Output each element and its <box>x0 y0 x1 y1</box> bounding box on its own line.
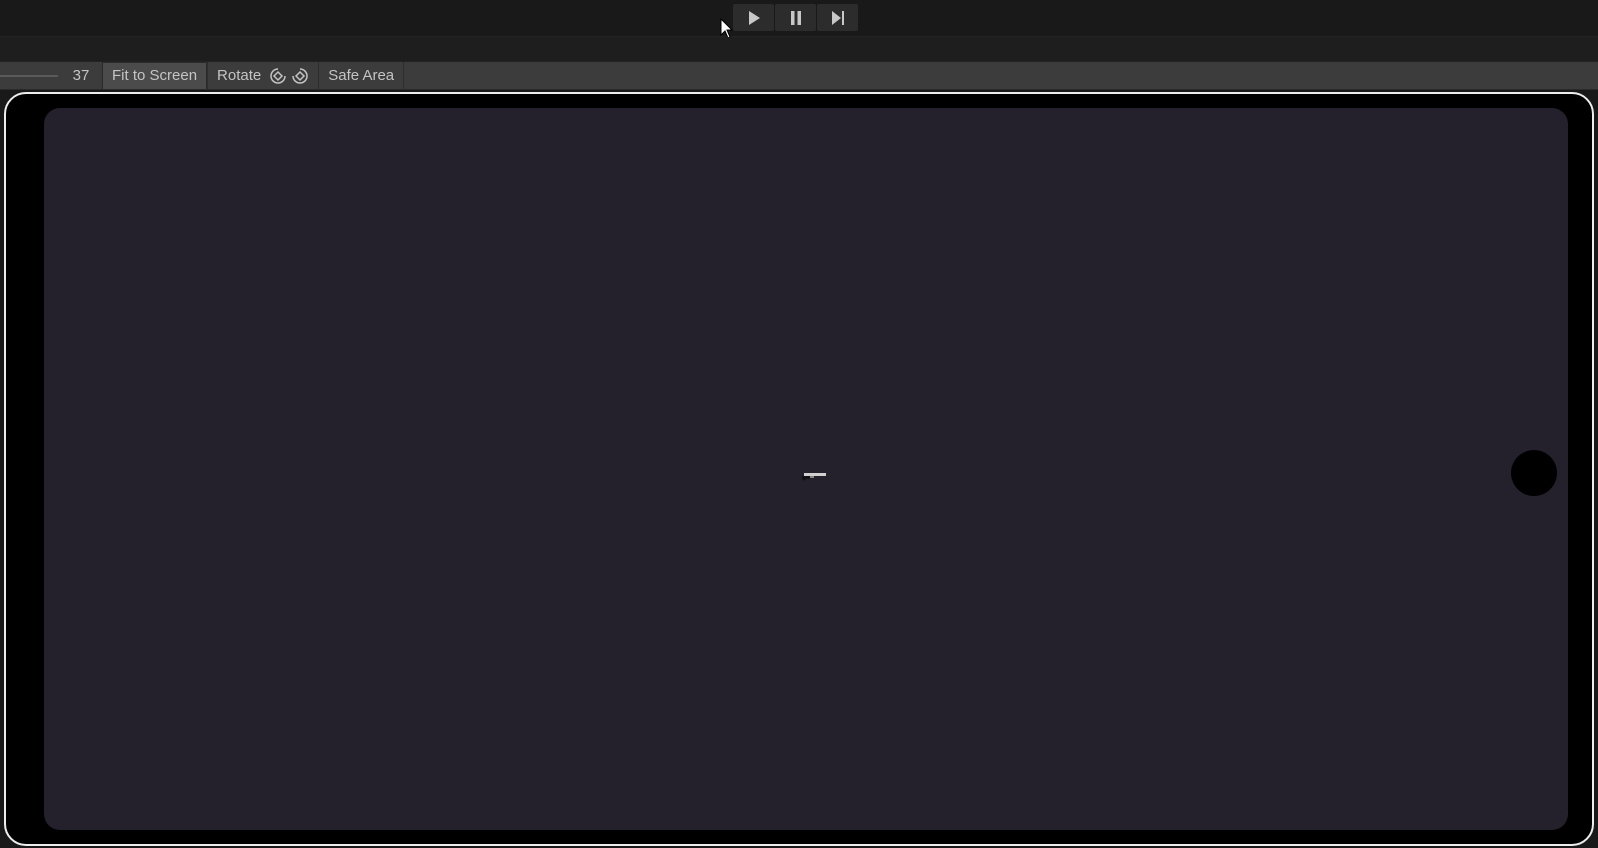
play-icon <box>748 10 760 25</box>
pause-icon <box>790 10 801 25</box>
game-screen[interactable] <box>44 108 1568 830</box>
pause-button[interactable] <box>775 4 816 31</box>
rotate-right-icon <box>292 67 308 84</box>
safe-area-button[interactable]: Safe Area <box>318 61 405 90</box>
step-button[interactable] <box>817 4 858 31</box>
rotate-right-button[interactable] <box>291 67 309 85</box>
rotate-label: Rotate <box>217 67 262 84</box>
fit-to-screen-button[interactable]: Fit to Screen <box>102 61 208 90</box>
device-simulator-frame <box>4 92 1594 846</box>
camera-cutout <box>1511 450 1557 496</box>
player-sprite <box>802 473 826 481</box>
step-forward-icon <box>831 10 844 25</box>
rotate-left-icon <box>270 67 286 84</box>
rotate-left-button[interactable] <box>269 67 287 85</box>
scale-slider-track <box>0 74 58 77</box>
scale-slider[interactable] <box>0 62 60 90</box>
play-button[interactable] <box>733 4 774 31</box>
game-view-tab-bar <box>0 37 1598 62</box>
game-view-toolbar: 37 Fit to Screen Rotate Safe Area <box>0 61 1598 90</box>
playmode-controls <box>733 4 858 31</box>
scale-value: 37 <box>72 67 90 84</box>
main-toolbar <box>0 0 1598 37</box>
rotate-group: Rotate <box>207 61 318 90</box>
